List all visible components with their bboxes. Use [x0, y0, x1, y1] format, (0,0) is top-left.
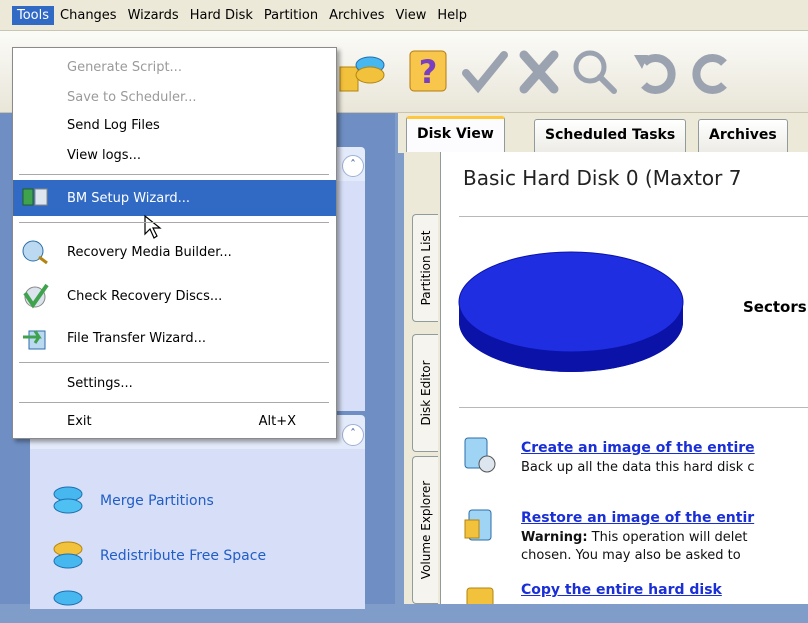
menu-separator	[19, 174, 329, 175]
menu-item-save-to-scheduler[interactable]: Save to Scheduler...	[13, 82, 336, 112]
tab-scheduled-tasks[interactable]: Scheduled Tasks	[534, 119, 687, 153]
menu-separator-4	[19, 402, 329, 403]
collapse-group-icon-2[interactable]: ˆ	[342, 424, 364, 446]
undo-all-x-icon[interactable]	[514, 45, 564, 99]
vtab-partition-list[interactable]: Partition List	[412, 214, 438, 322]
magnifier-icon[interactable]	[570, 45, 620, 99]
restore-image-link[interactable]: Restore an image of the entir	[521, 510, 754, 526]
create-image-link[interactable]: Create an image of the entire	[521, 440, 755, 456]
menu-wizards[interactable]: Wizards	[123, 6, 184, 25]
menu-item-send-log-files[interactable]: Send Log Files	[13, 110, 336, 140]
disk-pie-graphic[interactable]	[455, 248, 687, 376]
menu-item-check-recovery-discs[interactable]: Check Recovery Discs...	[13, 278, 336, 314]
menu-item-recovery-media-builder[interactable]: Recovery Media Builder...	[13, 234, 336, 270]
collapse-group-icon[interactable]: ˆ	[342, 155, 364, 177]
restore-image-desc2: chosen. You may also be asked to	[521, 548, 741, 563]
copy-disk-icon	[466, 587, 494, 604]
menu-partition[interactable]: Partition	[259, 6, 323, 25]
menu-item-bm-setup-wizard[interactable]: BM Setup Wizard...	[13, 180, 336, 216]
divider	[459, 216, 808, 217]
menu-item-view-logs[interactable]: View logs...	[13, 140, 336, 170]
menu-changes[interactable]: Changes	[55, 6, 122, 25]
menu-separator-2	[19, 222, 329, 223]
view-tabstrip: Disk View Scheduled Tasks Archives	[398, 113, 808, 154]
disk-title: Basic Hard Disk 0 (Maxtor 7	[463, 166, 742, 190]
menu-bar: Tools Changes Wizards Hard Disk Partitio…	[0, 0, 808, 31]
commit-check-icon[interactable]	[460, 45, 510, 99]
vertical-tabstrip: Partition List Disk Editor Volume Explor…	[404, 152, 440, 604]
help-icon[interactable]: ?	[404, 45, 454, 99]
task-partial-icon[interactable]	[50, 583, 100, 623]
undo-icon[interactable]	[630, 45, 680, 99]
menu-item-settings[interactable]: Settings...	[13, 368, 336, 398]
menu-item-generate-script[interactable]: Generate Script...	[13, 52, 336, 82]
vtab-volume-explorer[interactable]: Volume Explorer	[412, 456, 438, 604]
disk-view-content: Basic Hard Disk 0 (Maxtor 7 Sectors Crea…	[440, 152, 808, 604]
sectors-label: Sectors	[743, 298, 807, 316]
task-merge-partitions[interactable]: Merge Partitions	[50, 481, 214, 521]
partition-disk-icon[interactable]	[336, 45, 386, 99]
file-transfer-icon	[23, 330, 46, 350]
setup-wizard-icon	[22, 188, 48, 206]
svg-text:?: ?	[419, 53, 438, 91]
divider-2	[459, 407, 808, 408]
recovery-media-icon	[22, 240, 48, 265]
create-image-desc: Back up all the data this hard disk c	[521, 460, 755, 475]
menu-item-file-transfer-wizard[interactable]: File Transfer Wizard...	[13, 320, 336, 356]
menu-archives[interactable]: Archives	[324, 6, 389, 25]
redistribute-space-icon	[53, 541, 83, 569]
menu-help[interactable]: Help	[432, 6, 472, 25]
restore-image-icon	[464, 509, 492, 541]
tab-archives[interactable]: Archives	[698, 119, 788, 153]
create-image-icon	[464, 437, 496, 473]
menu-tools[interactable]: Tools	[12, 5, 55, 25]
check-discs-icon	[23, 283, 49, 309]
merge-partitions-icon	[53, 486, 83, 514]
menu-view[interactable]: View	[390, 6, 431, 25]
tools-dropdown-menu: Generate Script... Save to Scheduler... …	[12, 47, 337, 439]
menu-separator-3	[19, 362, 329, 363]
task-redistribute-free-space[interactable]: Redistribute Free Space	[50, 536, 266, 576]
tab-disk-view[interactable]: Disk View	[406, 116, 505, 154]
copy-disk-link[interactable]: Copy the entire hard disk	[521, 582, 722, 598]
menu-hard-disk[interactable]: Hard Disk	[185, 6, 258, 25]
vtab-disk-editor[interactable]: Disk Editor	[412, 334, 438, 452]
menu-item-exit[interactable]: Exit Alt+X	[13, 406, 336, 436]
redo-icon[interactable]	[688, 45, 738, 99]
restore-image-warning: Warning: This operation will delet	[521, 530, 748, 545]
partition-task-icon	[53, 590, 83, 606]
